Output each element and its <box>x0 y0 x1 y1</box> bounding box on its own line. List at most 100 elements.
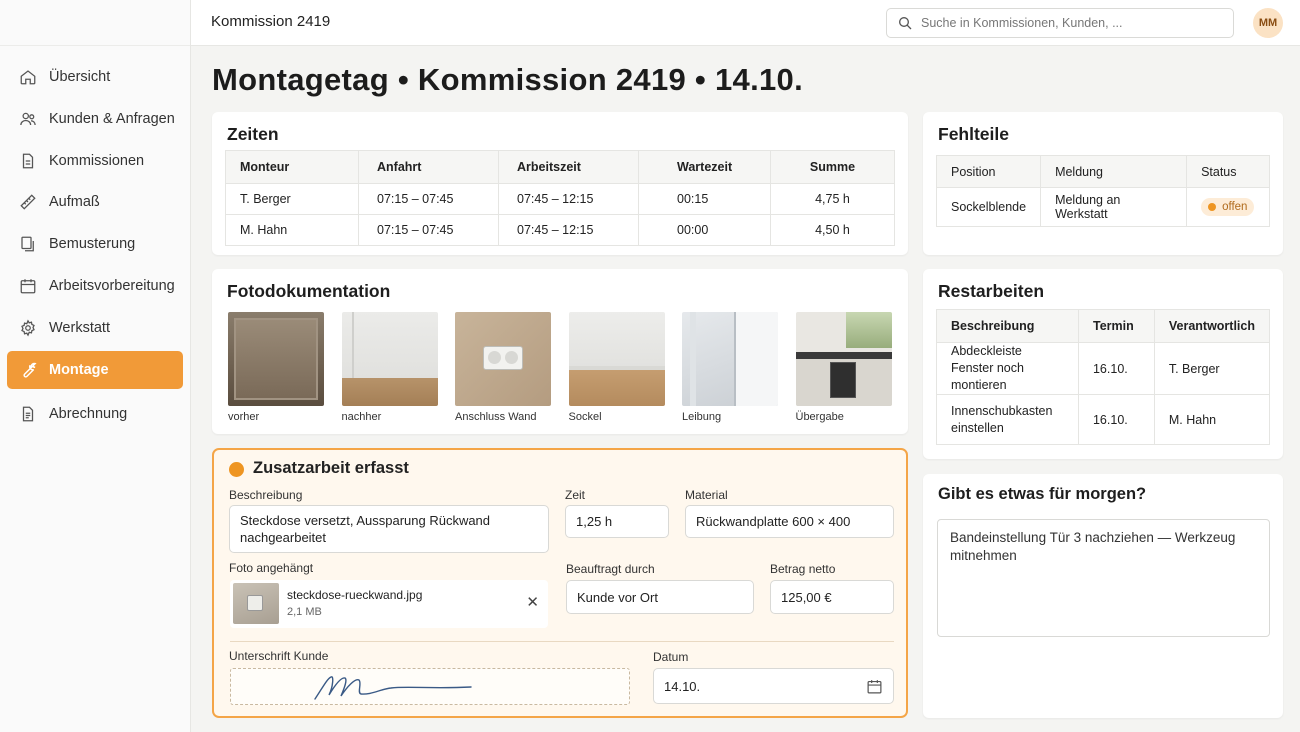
datum-value: 14.10. <box>664 678 701 694</box>
photo-image[interactable] <box>682 312 778 406</box>
table-cell: 16.10. <box>1077 342 1155 395</box>
beschreibung-field[interactable]: Steckdose versetzt, Aussparung Rückwand … <box>229 505 549 553</box>
material-label: Material <box>685 488 728 502</box>
attachment-name: steckdose-rueckwand.jpg <box>287 588 423 602</box>
photo-image[interactable] <box>455 312 551 406</box>
photo-image[interactable] <box>568 312 665 406</box>
betrag-field[interactable]: 125,00 € <box>770 580 894 614</box>
zeit-field[interactable]: 1,25 h <box>565 505 669 538</box>
attachment-thumbnail[interactable] <box>233 583 279 624</box>
column-header: Meldung <box>1040 155 1188 188</box>
zusatzarbeit-card: Zusatzarbeit erfasst Beschreibung Steckd… <box>212 448 908 718</box>
column-header: Monteur <box>225 150 359 184</box>
table-cell: offen <box>1186 187 1270 227</box>
attachment-item[interactable]: steckdose-rueckwand.jpg 2,1 MB ✕ <box>230 580 548 628</box>
sidebar-item-label: Kunden & Anfragen <box>49 110 175 127</box>
table-cell: Innenschubkasten einstellen <box>936 394 1079 445</box>
photo-caption: Anschluss Wand <box>455 411 537 423</box>
table-cell: 07:15 – 07:45 <box>358 214 499 246</box>
photo-sockel[interactable]: Sockel <box>568 312 665 423</box>
photo-uebergabe[interactable]: Übergabe <box>795 312 892 423</box>
photo-image[interactable] <box>228 312 324 406</box>
status-badge: offen <box>1201 198 1255 216</box>
topbar: Kommission 2419 MM <box>191 0 1300 46</box>
photo-leibung[interactable]: Leibung <box>682 312 778 423</box>
column-header: Verantwortlich <box>1153 309 1271 343</box>
column-header: Termin <box>1077 309 1155 343</box>
table-cell: 07:45 – 12:15 <box>498 214 639 246</box>
restarbeiten-table: Beschreibung Termin Verantwortlich Abdec… <box>936 309 1271 445</box>
photo-strip: vorher nachher Anschluss Wand Sockel Lei… <box>228 312 909 423</box>
sidebar-item-werkstatt[interactable]: Werkstatt <box>7 309 183 347</box>
photo-anschluss-wand[interactable]: Anschluss Wand <box>455 312 551 423</box>
column-header: Anfahrt <box>358 150 499 184</box>
table-row: M. Hahn 07:15 – 07:45 07:45 – 12:15 00:0… <box>225 214 895 246</box>
sidebar-item-bemusterung[interactable]: Bemusterung <box>7 225 183 263</box>
sidebar-header <box>0 0 190 46</box>
breadcrumb: Kommission 2419 <box>211 13 331 30</box>
datum-field[interactable]: 14.10. <box>653 668 894 704</box>
betrag-label: Betrag netto <box>770 562 836 576</box>
table-cell: T. Berger <box>225 183 359 215</box>
morgen-card: Gibt es etwas für morgen? Bandeinstellun… <box>923 474 1283 718</box>
search-icon <box>897 15 913 31</box>
search-bar[interactable] <box>886 8 1234 38</box>
material-field[interactable]: Rückwandplatte 600 × 400 <box>685 505 894 538</box>
datum-label: Datum <box>653 650 689 664</box>
calendar-icon[interactable] <box>866 678 883 695</box>
wrench-icon <box>19 361 37 379</box>
sidebar-item-montage[interactable]: Montage <box>7 350 183 389</box>
column-header: Beschreibung <box>936 309 1079 343</box>
sidebar-item-kunden[interactable]: Kunden & Anfragen <box>7 100 183 138</box>
home-icon <box>19 68 37 86</box>
close-icon[interactable]: ✕ <box>526 593 539 611</box>
column-header: Summe <box>770 150 895 184</box>
status-text: offen <box>1222 201 1248 213</box>
sidebar-item-label: Werkstatt <box>49 319 110 336</box>
sidebar-item-abrechnung[interactable]: Abrechnung <box>7 395 183 433</box>
sidebar-item-aufmass[interactable]: Aufmaß <box>7 183 183 221</box>
fehlteile-title: Fehlteile <box>938 124 1009 144</box>
photo-vorher[interactable]: vorher <box>228 312 324 423</box>
photo-image[interactable] <box>795 312 892 406</box>
avatar[interactable]: MM <box>1253 8 1283 38</box>
sidebar-nav: Übersicht Kunden & Anfragen Kommissionen… <box>7 58 183 436</box>
foto-label: Foto angehängt <box>229 561 314 575</box>
signature-pad[interactable] <box>230 668 630 705</box>
search-input[interactable] <box>921 16 1221 30</box>
column-header: Wartezeit <box>638 150 771 184</box>
sidebar-item-label: Abrechnung <box>49 405 128 422</box>
morgen-textarea[interactable]: Bandeinstellung Tür 3 nachziehen — Werkz… <box>937 519 1270 637</box>
page-title: Montagetag • Kommission 2419 • 14.10. <box>212 62 803 97</box>
table-row: Innenschubkasten einstellen 16.10. M. Ha… <box>936 394 1271 445</box>
sidebar-item-arbeitsvorbereitung[interactable]: Arbeitsvorbereitung <box>7 267 183 305</box>
status-dot-icon <box>229 462 244 477</box>
fehlteile-card: Fehlteile Position Meldung Status Sockel… <box>923 112 1283 255</box>
ruler-icon <box>19 193 37 211</box>
sidebar-item-uebersicht[interactable]: Übersicht <box>7 58 183 96</box>
photo-caption: Leibung <box>682 411 722 423</box>
beauftragt-field[interactable]: Kunde vor Ort <box>566 580 754 614</box>
sidebar-item-label: Montage <box>49 361 109 378</box>
photo-nachher[interactable]: nachher <box>341 312 438 423</box>
sidebar-item-label: Aufmaß <box>49 194 100 211</box>
sidebar-item-label: Übersicht <box>49 69 111 85</box>
sidebar-item-kommissionen[interactable]: Kommissionen <box>7 142 183 180</box>
zeiten-card: Zeiten Monteur Anfahrt Arbeitszeit Warte… <box>212 112 908 255</box>
gear-icon <box>19 319 37 337</box>
zeit-label: Zeit <box>565 488 586 502</box>
table-cell: M. Hahn <box>1153 394 1271 445</box>
table-cell: 4,50 h <box>770 214 895 246</box>
column-header: Position <box>935 155 1042 188</box>
photo-image[interactable] <box>341 312 438 406</box>
attachment-size: 2,1 MB <box>287 606 322 618</box>
restarbeiten-title: Restarbeiten <box>938 281 1045 301</box>
table-cell: 00:00 <box>638 214 771 246</box>
document-icon <box>19 152 37 170</box>
table-cell: M. Hahn <box>225 214 359 246</box>
beauftragt-label: Beauftragt durch <box>566 562 655 576</box>
photo-caption: vorher <box>228 411 260 423</box>
table-cell: 16.10. <box>1077 394 1155 445</box>
invoice-icon <box>19 405 37 423</box>
table-row: Abdeckleiste Fenster noch montieren 16.1… <box>936 342 1271 395</box>
